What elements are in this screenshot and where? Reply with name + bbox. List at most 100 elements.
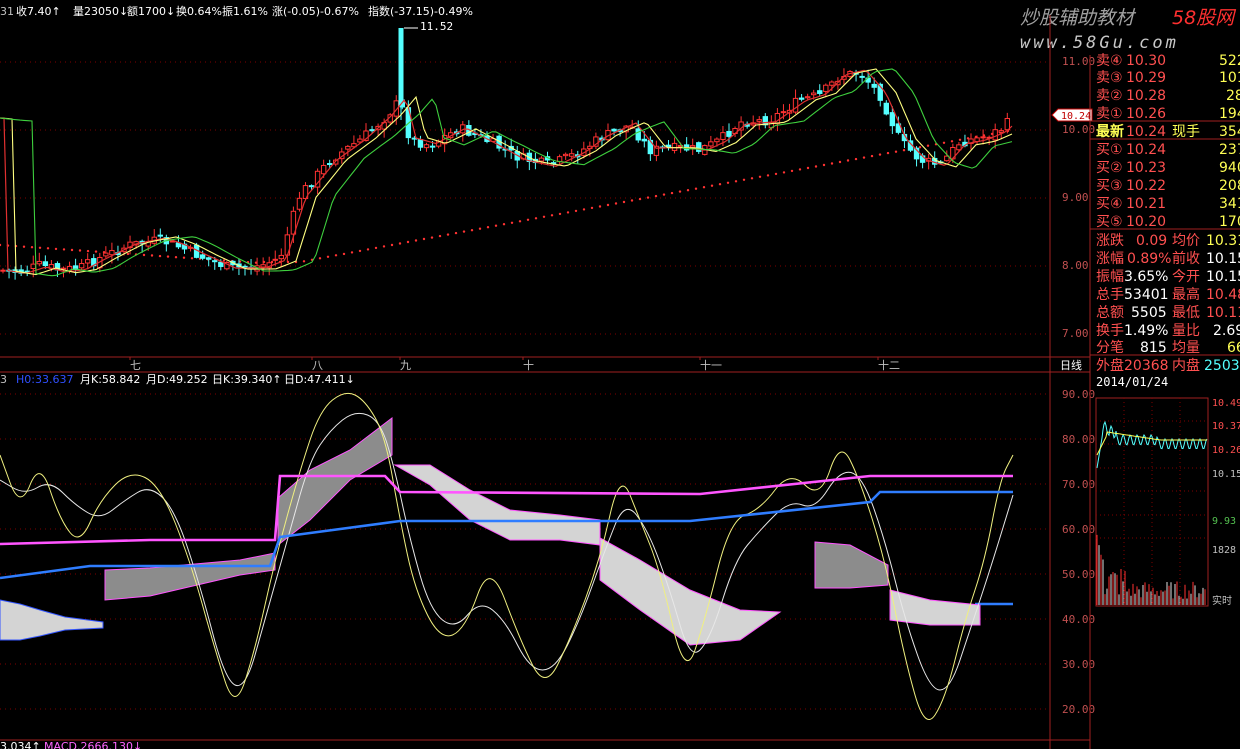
ma-dot <box>374 246 378 250</box>
svg-text:1.49%: 1.49% <box>1124 323 1168 339</box>
svg-text:2.69: 2.69 <box>1213 323 1240 339</box>
bid-volume: 170 <box>1219 214 1240 230</box>
ma-dot <box>790 169 794 173</box>
ma-dot <box>774 172 778 176</box>
candle-body <box>998 130 1004 133</box>
bid-volume: 940 <box>1219 160 1240 176</box>
candle-body <box>883 102 889 115</box>
ma-dot <box>614 202 618 205</box>
price-tick: 7.00 <box>1062 327 1089 340</box>
ask-volume: 28 <box>1226 88 1240 104</box>
candle-body <box>320 164 327 175</box>
svg-text:振幅: 振幅 <box>1096 269 1124 285</box>
price-axis: 11.00 10.00 9.00 8.00 7.00 10.24 <box>1049 15 1095 749</box>
ma-dot <box>422 237 426 241</box>
ma-dot <box>454 231 458 235</box>
price-tick: 8.00 <box>1062 259 1089 272</box>
svg-text:20368: 20368 <box>1124 358 1169 374</box>
candle-body <box>756 119 762 122</box>
candle-body <box>538 157 545 162</box>
ask-price: 10.30 <box>1126 53 1166 69</box>
candle-body <box>829 81 835 86</box>
ma-dot <box>174 256 178 259</box>
bid-price: 10.23 <box>1126 160 1166 176</box>
intraday-price-tick: 10.15 <box>1212 469 1240 480</box>
ma-dot <box>486 226 490 229</box>
ma-dot <box>54 247 58 251</box>
candle-body <box>823 84 829 92</box>
current-price-tag: 10.24 <box>1051 108 1093 122</box>
svg-text:10.11: 10.11 <box>1206 305 1240 321</box>
candle-body <box>871 83 877 88</box>
candle-body <box>641 138 647 142</box>
svg-text:3.65%: 3.65% <box>1124 269 1168 285</box>
watermark-title: 炒股辅助教材 <box>1020 7 1137 29</box>
candle-body <box>175 242 182 248</box>
candle-body <box>980 136 986 139</box>
svg-text:10.24: 10.24 <box>1126 124 1166 140</box>
candle-body <box>157 234 164 237</box>
bid-volume: 237 <box>1219 142 1240 158</box>
realtime-button[interactable]: 实时 <box>1212 594 1232 607</box>
bid-label: 买③ <box>1096 178 1123 194</box>
ma-dot <box>710 184 714 187</box>
ma-dot <box>334 254 338 257</box>
candle-body <box>296 197 303 210</box>
ma-dot <box>446 233 450 236</box>
candle-body <box>690 145 696 148</box>
candle-body <box>714 138 720 143</box>
ma-dot <box>302 260 306 263</box>
ma-dot <box>670 191 674 195</box>
svg-text:总手: 总手 <box>1096 287 1124 303</box>
ma-dot <box>814 165 818 168</box>
bid-label: 买② <box>1096 160 1123 176</box>
candle-body <box>569 153 575 157</box>
svg-text:25033: 25033 <box>1204 358 1240 374</box>
stock-terminal: 31 收7.40↑ 量23050↓ 额1700↓ 换0.64% 振1.61% 涨… <box>0 4 1240 749</box>
stats-table: 涨跌 0.09 均价 10.31 涨幅 0.89% 前收 10.15 振幅 3.… <box>1096 233 1240 356</box>
indicator-chart[interactable] <box>0 392 1050 720</box>
candle-body <box>30 263 36 270</box>
quote-info-bar: 31 收7.40↑ 量23050↓ 额1700↓ 换0.64% 振1.61% 涨… <box>0 4 473 18</box>
candle-body <box>345 145 351 150</box>
bid-price: 10.20 <box>1126 214 1166 230</box>
ma-dot <box>590 206 594 210</box>
ma-dot <box>350 251 354 254</box>
price-chart[interactable]: 11.52 <box>0 20 1050 335</box>
ma-dot <box>438 234 442 238</box>
ma-dot <box>62 248 66 251</box>
month-label: 七 <box>130 359 141 372</box>
ma-dot <box>894 150 898 153</box>
svg-text:现手: 现手 <box>1172 124 1200 140</box>
ma-dot <box>534 217 538 220</box>
ma-dot <box>22 245 26 248</box>
ma-dot <box>942 141 946 144</box>
ma-dot <box>582 208 586 211</box>
ma-dot <box>606 203 610 207</box>
ma-dot <box>758 175 762 178</box>
intraday-mini-chart[interactable]: 2014/01/24 10.49 10.37 10.26 10.15 9.93 … <box>1095 375 1240 607</box>
day-k-value: 日K:39.340↑ <box>212 373 282 386</box>
candle-body <box>206 257 212 260</box>
candle-body <box>103 252 109 257</box>
ma-dot <box>430 236 434 239</box>
month-label: 十一 <box>700 358 722 372</box>
ma-dot <box>30 246 34 249</box>
kd-band <box>277 416 393 547</box>
period-button[interactable]: 日线 <box>1060 358 1082 372</box>
candle-body <box>429 145 436 148</box>
month-label: 十二 <box>878 358 900 372</box>
candle-body <box>369 129 375 132</box>
watermark: 炒股辅助教材 58股网 www.58Gu.com <box>1020 7 1237 53</box>
candle-body <box>726 130 732 137</box>
svg-text:10.15: 10.15 <box>1206 251 1240 267</box>
ma-dot <box>406 240 410 244</box>
svg-text:最新: 最新 <box>1096 123 1124 140</box>
svg-text:均量: 均量 <box>1172 340 1200 356</box>
candle-body <box>417 139 424 148</box>
candle-body <box>798 97 805 100</box>
candle-body <box>36 260 42 265</box>
candle-body <box>611 128 617 132</box>
ma-dot <box>782 171 786 174</box>
svg-text:总额: 总额 <box>1096 305 1124 321</box>
